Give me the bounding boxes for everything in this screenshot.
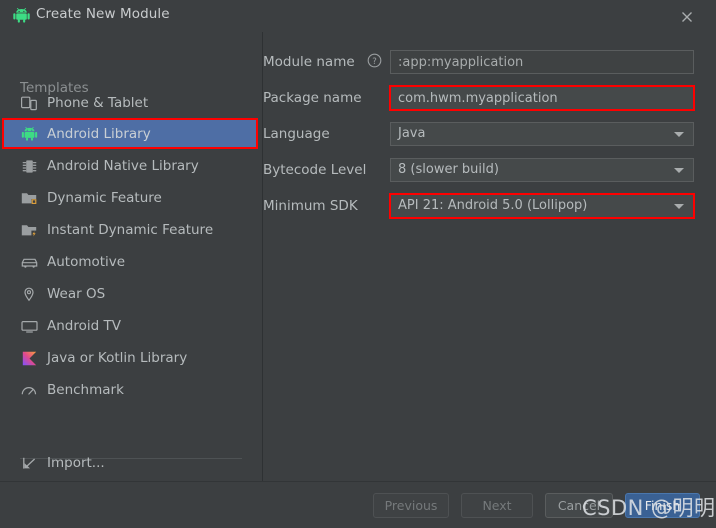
sidebar-item-label: Instant Dynamic Feature: [47, 222, 214, 238]
android-robot-icon: [20, 125, 38, 143]
dialog-footer: Previous Next Cancel Finish: [0, 481, 716, 528]
minimum-sdk-value: API 21: Android 5.0 (Lollipop): [398, 198, 588, 213]
package-name-label: Package name: [263, 90, 362, 106]
previous-button[interactable]: Previous: [373, 493, 449, 518]
question-mark-circle-icon[interactable]: ?: [367, 53, 382, 68]
phone-tablet-icon: [20, 94, 38, 112]
create-new-module-dialog: Create New Module Templates Phone & Tabl…: [0, 0, 716, 528]
bytecode-level-value: 8 (slower build): [398, 162, 499, 177]
templates-sidebar: Templates Phone & Tablet Android Library…: [0, 32, 262, 481]
sidebar-item-import[interactable]: Import...: [4, 448, 258, 478]
sidebar-item-dynamic-feature[interactable]: Dynamic Feature: [4, 183, 258, 213]
sidebar-item-label: Benchmark: [47, 382, 124, 398]
tv-icon: [20, 317, 38, 335]
sidebar-item-instant-dynamic-feature[interactable]: Instant Dynamic Feature: [4, 215, 258, 245]
sidebar-item-android-library[interactable]: Android Library: [4, 119, 258, 149]
watch-icon: [20, 285, 38, 303]
sidebar-item-wear-os[interactable]: Wear OS: [4, 279, 258, 309]
sidebar-item-label: Android TV: [47, 318, 121, 334]
sidebar-item-automotive[interactable]: Automotive: [4, 247, 258, 277]
sidebar-item-android-native-library[interactable]: Android Native Library: [4, 151, 258, 181]
title-bar: Create New Module: [0, 0, 716, 32]
close-icon[interactable]: [677, 7, 697, 27]
sidebar-item-java-or-kotlin-library[interactable]: Java or Kotlin Library: [4, 343, 258, 373]
instant-dynamic-feature-icon: [20, 221, 38, 239]
native-library-icon: [20, 157, 38, 175]
sidebar-item-label: Java or Kotlin Library: [47, 350, 188, 366]
sidebar-item-label: Wear OS: [47, 286, 106, 302]
module-name-input[interactable]: [390, 50, 694, 74]
benchmark-gauge-icon: [20, 381, 38, 399]
sidebar-item-label: Import...: [47, 455, 105, 471]
android-robot-icon: [13, 7, 30, 23]
window-title: Create New Module: [36, 6, 170, 22]
next-button[interactable]: Next: [461, 493, 533, 518]
chevron-down-icon: [674, 167, 684, 173]
sidebar-item-label: Phone & Tablet: [47, 95, 149, 111]
language-label: Language: [263, 126, 330, 142]
sidebar-item-label: Android Native Library: [47, 158, 199, 174]
car-icon: [20, 253, 38, 271]
cancel-button[interactable]: Cancel: [545, 493, 613, 518]
language-value: Java: [398, 126, 426, 141]
language-dropdown[interactable]: Java: [390, 122, 694, 146]
sidebar-item-android-tv[interactable]: Android TV: [4, 311, 258, 341]
minimum-sdk-dropdown[interactable]: API 21: Android 5.0 (Lollipop): [390, 194, 694, 218]
dynamic-feature-icon: [20, 189, 38, 207]
sidebar-item-label: Android Library: [47, 126, 151, 142]
kotlin-icon: [20, 349, 38, 367]
bytecode-level-label: Bytecode Level: [263, 162, 367, 178]
sidebar-item-benchmark[interactable]: Benchmark: [4, 375, 258, 405]
finish-button[interactable]: Finish: [625, 493, 700, 518]
package-name-input[interactable]: [390, 86, 694, 110]
import-arrow-icon: [20, 454, 38, 472]
module-name-label: Module name: [263, 54, 355, 70]
chevron-down-icon: [674, 203, 684, 209]
sidebar-item-label: Automotive: [47, 254, 126, 270]
sidebar-item-label: Dynamic Feature: [47, 190, 162, 206]
svg-text:?: ?: [372, 57, 377, 67]
sidebar-item-phone-tablet[interactable]: Phone & Tablet: [4, 88, 258, 118]
bytecode-level-dropdown[interactable]: 8 (slower build): [390, 158, 694, 182]
chevron-down-icon: [674, 131, 684, 137]
minimum-sdk-label: Minimum SDK: [263, 198, 358, 214]
module-config-form: Module name ? Package name Language Java…: [263, 32, 716, 481]
